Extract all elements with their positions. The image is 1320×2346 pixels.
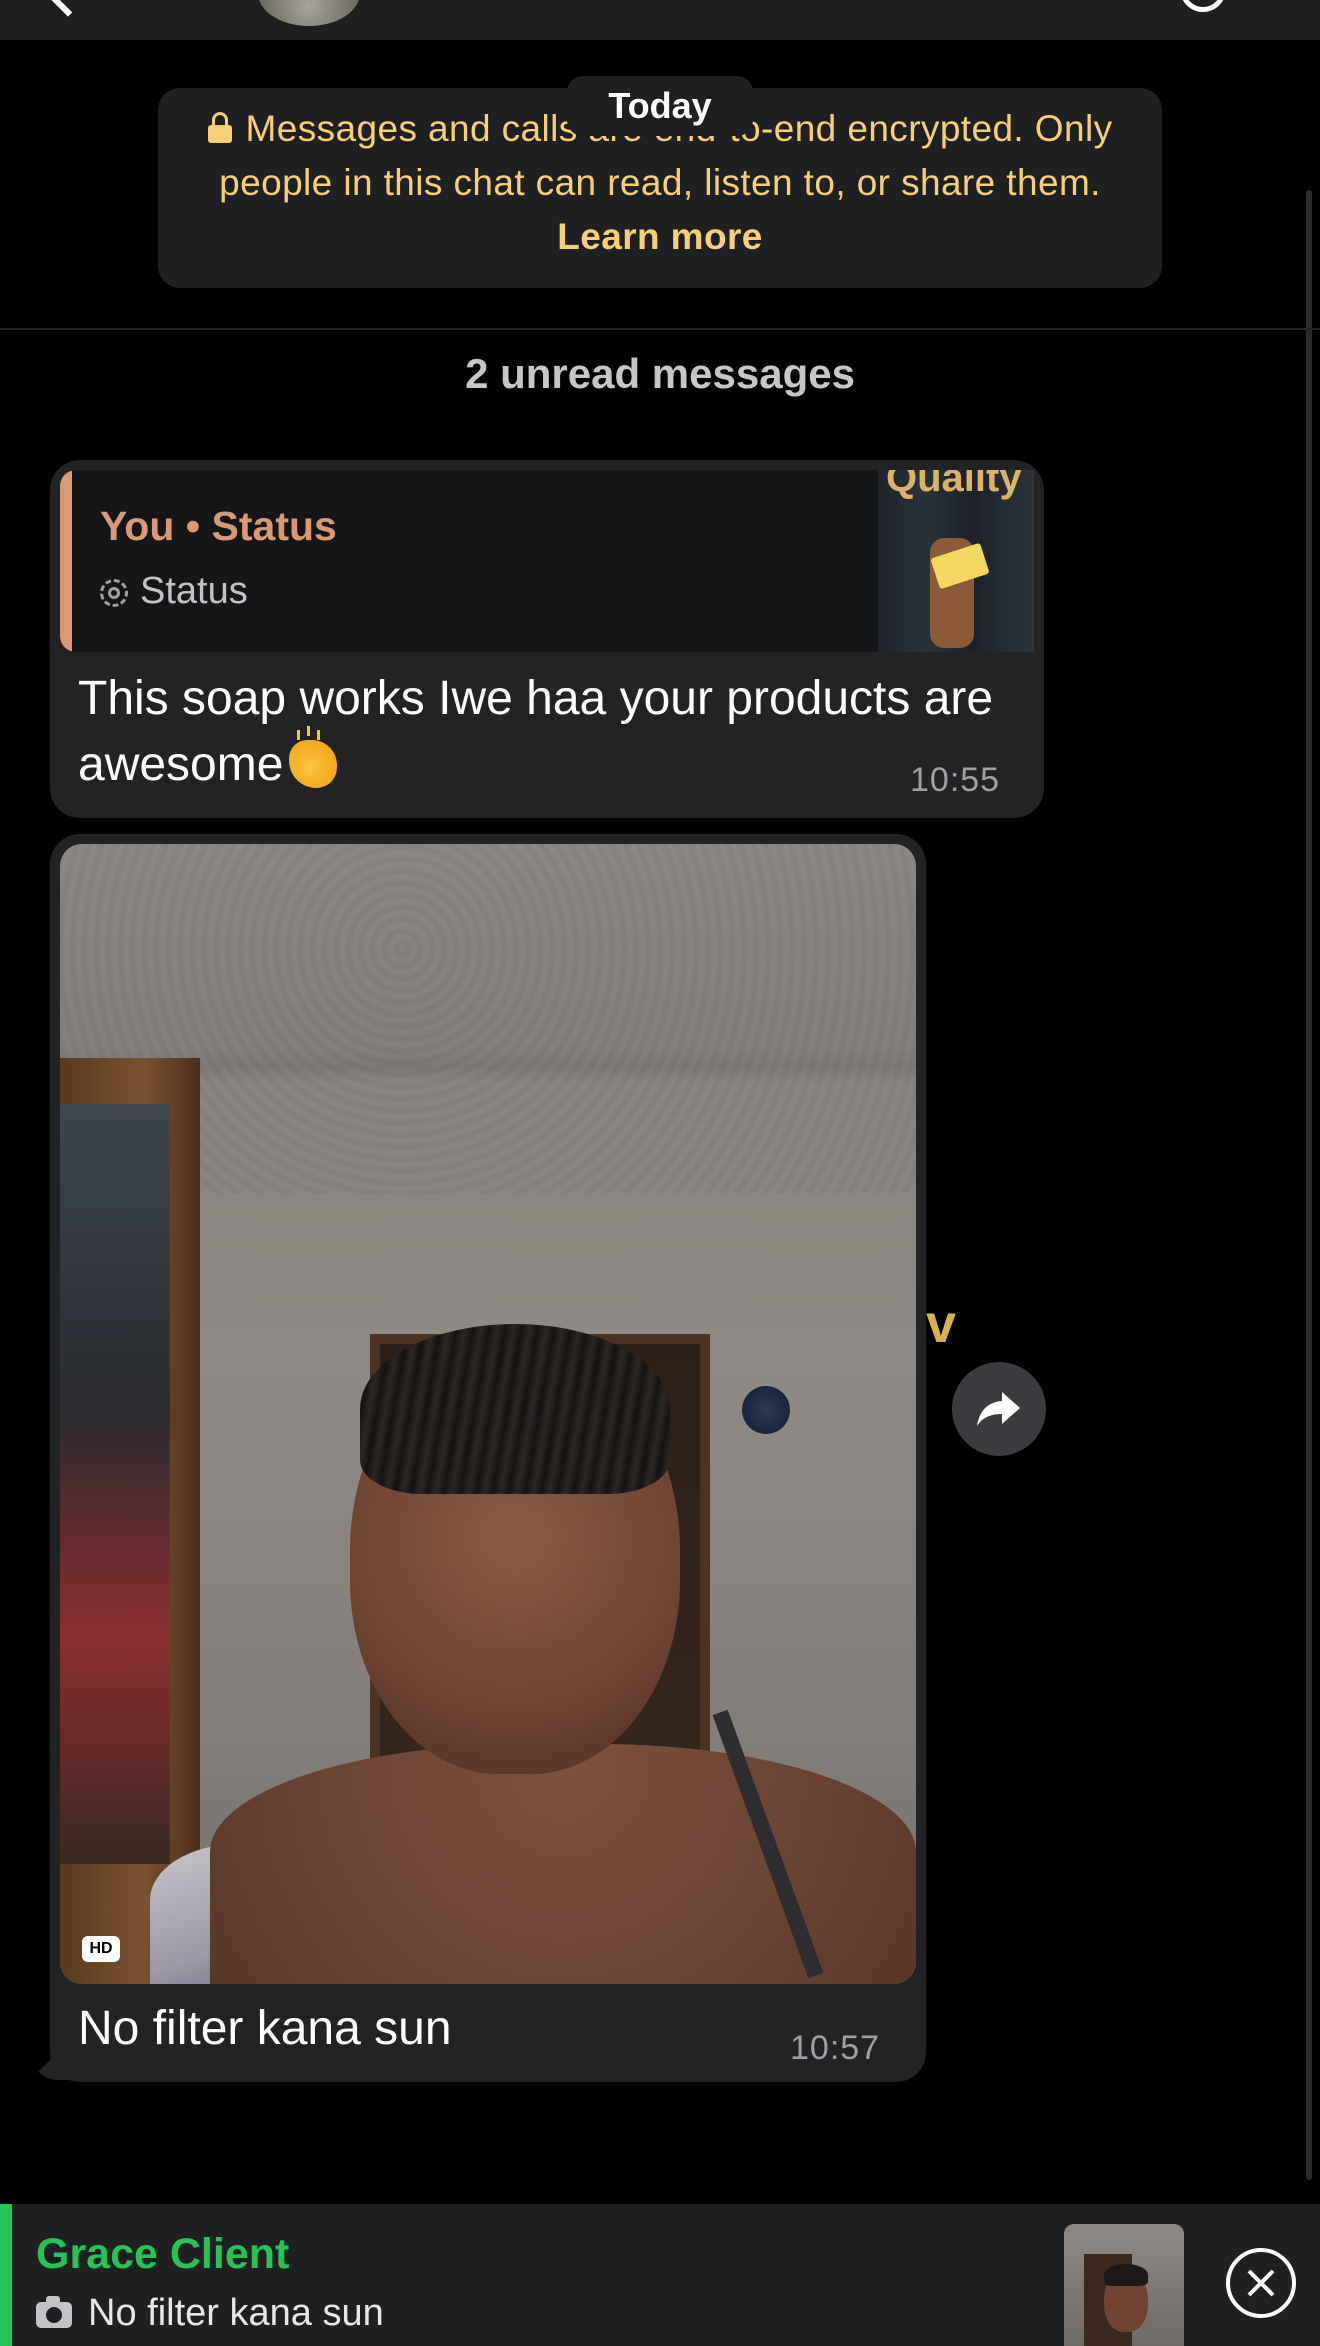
- quoted-status-thumbnail: Quality: [878, 470, 1034, 652]
- camera-icon: [36, 2296, 72, 2328]
- message-time: 10:57: [790, 2029, 881, 2067]
- forward-icon: [977, 1392, 1020, 1426]
- photo-attachment[interactable]: [60, 844, 916, 1984]
- photo-sticker: [742, 1386, 790, 1434]
- quoted-status-title: You • Status: [100, 503, 337, 549]
- message-text: This soap works Iwe haa your products ar…: [78, 672, 994, 791]
- reply-accent-bar: [0, 2204, 12, 2346]
- clapping-hands-icon: [289, 726, 338, 788]
- chat-header: [0, 0, 1320, 40]
- date-chip: Today: [567, 76, 753, 136]
- quoted-status-subtitle: Status: [100, 565, 248, 617]
- background-artifact: v: [926, 1294, 957, 1354]
- message-time: 10:55: [910, 761, 1001, 799]
- learn-more-link[interactable]: Learn more: [557, 216, 763, 257]
- lock-icon: [207, 112, 232, 143]
- thumbnail-hair: [1104, 2264, 1148, 2286]
- status-icon: [100, 579, 128, 607]
- photo-hair: [360, 1324, 670, 1494]
- quote-accent-bar: [60, 470, 72, 652]
- reply-thumbnail: [1064, 2224, 1184, 2346]
- close-reply-button[interactable]: [1226, 2248, 1296, 2318]
- unread-messages-label: 2 unread messages: [465, 350, 855, 397]
- reply-preview-text: No filter kana sun: [36, 2286, 384, 2340]
- back-arrow-icon[interactable]: [45, 0, 91, 17]
- call-icon[interactable]: [1180, 0, 1226, 12]
- photo-shelf-contents: [60, 1104, 170, 1864]
- contact-avatar[interactable]: [258, 0, 360, 26]
- thumbnail-sign: Quality: [886, 470, 1022, 500]
- unread-divider-line: [0, 328, 1320, 330]
- hd-badge: HD: [82, 1936, 120, 1962]
- photo-caption: No filter kana sun: [78, 2002, 452, 2055]
- scrollbar[interactable]: [1306, 190, 1312, 2180]
- reply-contact-name: Grace Client: [36, 2230, 290, 2278]
